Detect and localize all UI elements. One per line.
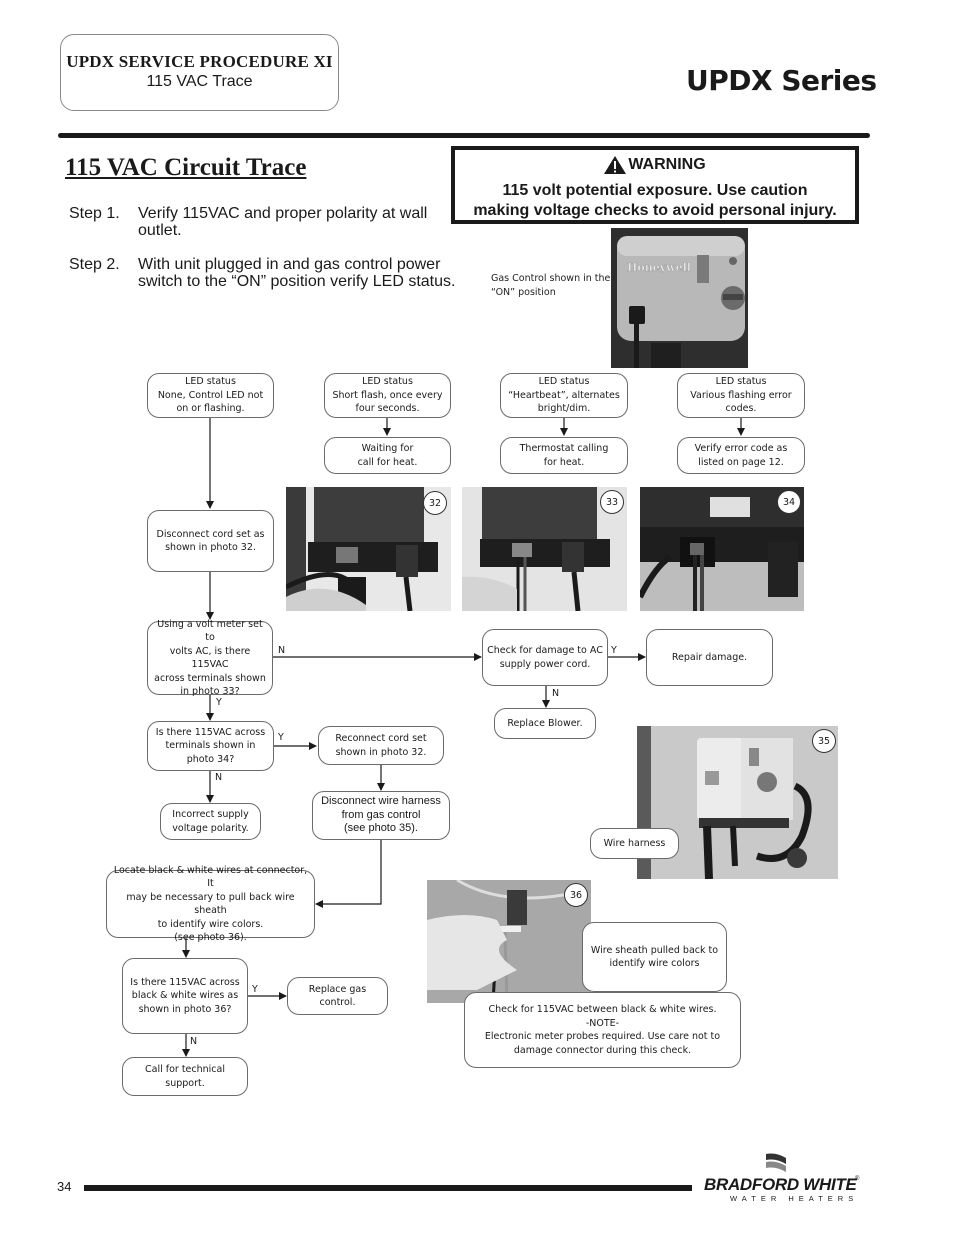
branch-label-yes: Y: [278, 732, 284, 743]
step-number: Step 2.: [69, 256, 120, 273]
bradford-white-logo: BRADFORD WHITE ® WATER HEATERS: [700, 1152, 865, 1207]
verify-error-code-box: Verify error code as listed on page 12.: [677, 437, 805, 474]
photo-number-badge: 32: [423, 491, 447, 515]
warning-box: WARNING 115 volt potential exposure. Use…: [451, 146, 859, 224]
svg-text:Honeywell: Honeywell: [627, 261, 691, 274]
branch-label-no: N: [215, 772, 223, 783]
repair-damage-box: Repair damage.: [646, 629, 773, 686]
photo-36: 36: [427, 880, 591, 1003]
disconnect-harness-box: Disconnect wire harness from gas control…: [312, 791, 450, 840]
call-support-box: Call for technical support.: [122, 1057, 248, 1096]
gas-control-caption: Gas Control shown in the “ON” position: [491, 273, 611, 298]
photo-number-badge: 35: [812, 729, 836, 753]
reconnect-cord-box: Reconnect cord set shown in photo 32.: [318, 726, 444, 765]
connector: [315, 840, 382, 908]
check-115vac-note-box: Check for 115VAC between black & white w…: [464, 992, 741, 1068]
locate-wires-box: Locate black & white wires at connector,…: [106, 865, 315, 943]
replace-blower-box: Replace Blower.: [494, 708, 596, 739]
section-title: 115 VAC Circuit Trace: [65, 154, 307, 181]
step-number: Step 1.: [69, 205, 120, 222]
flag-icon: [766, 1153, 786, 1172]
logo-registered-mark: ®: [855, 1176, 860, 1182]
procedure-title: UPDX SERVICE PROCEDURE XI: [66, 52, 333, 71]
photo-34: 34: [640, 487, 804, 611]
branch-label-yes: Y: [216, 697, 222, 708]
procedure-subtitle: 115 VAC Trace: [146, 73, 253, 90]
branch-label-yes: Y: [252, 984, 258, 995]
replace-gas-control-box: Replace gas control.: [287, 977, 388, 1015]
footer-divider: [84, 1185, 692, 1191]
branch-label-no: N: [278, 645, 286, 656]
photo-number-badge: 36: [564, 883, 588, 907]
logo-tagline: WATER HEATERS: [730, 1194, 859, 1203]
warning-heading: WARNING: [628, 156, 706, 173]
led-status-heartbeat-box: LED status “Heartbeat”, alternates brigh…: [500, 373, 628, 418]
disconnect-cord-box: Disconnect cord set as shown in photo 32…: [147, 510, 274, 572]
branch-label-no: N: [190, 1036, 198, 1047]
step-text: Verify 115VAC and proper polarity at wal…: [138, 205, 428, 239]
voltmeter-question-box: Using a volt meter set to volts AC, is t…: [147, 619, 273, 697]
procedure-header-box: UPDX SERVICE PROCEDURE XI 115 VAC Trace: [60, 34, 339, 111]
logo-name: BRADFORD WHITE: [704, 1175, 857, 1194]
thermostat-calling-box: Thermostat calling for heat.: [500, 437, 628, 474]
photo34-question-box: Is there 115VAC across terminals shown i…: [147, 721, 274, 771]
wires-question-box: Is there 115VAC across black & white wir…: [122, 958, 248, 1034]
warning-triangle-icon: [604, 156, 627, 175]
led-status-short-flash-box: LED status Short flash, once every four …: [324, 373, 451, 418]
check-damage-box: Check for damage to AC supply power cord…: [482, 629, 608, 686]
wire-harness-callout: Wire harness: [590, 828, 679, 859]
step-text: With unit plugged in and gas control pow…: [138, 256, 456, 290]
photo-33: 33: [462, 487, 627, 611]
photo-32: 32: [286, 487, 451, 611]
header-divider: [58, 133, 870, 138]
waiting-for-heat-box: Waiting for call for heat.: [324, 437, 451, 474]
led-status-error-codes-box: LED status Various flashing error codes.: [677, 373, 805, 418]
led-status-none-box: LED status None, Control LED not on or f…: [147, 373, 274, 418]
photo-number-badge: 33: [600, 490, 624, 514]
step-2: Step 2. With unit plugged in and gas con…: [69, 256, 469, 308]
page-number: 34: [57, 1179, 72, 1194]
wire-sheath-callout: Wire sheath pulled back to identify wire…: [582, 922, 727, 992]
photo-number-badge: 34: [777, 490, 801, 514]
series-title: UPDX Series: [686, 64, 877, 97]
step-1: Step 1. Verify 115VAC and proper polarit…: [69, 205, 459, 241]
gas-control-photo: Honeywell: [611, 228, 748, 368]
warning-line-1: 115 volt potential exposure. Use caution: [502, 181, 808, 199]
branch-label-no: N: [552, 688, 560, 699]
branch-label-yes: Y: [611, 645, 617, 656]
warning-line-2: making voltage checks to avoid personal …: [473, 202, 837, 220]
incorrect-polarity-box: Incorrect supply voltage polarity.: [160, 803, 261, 840]
